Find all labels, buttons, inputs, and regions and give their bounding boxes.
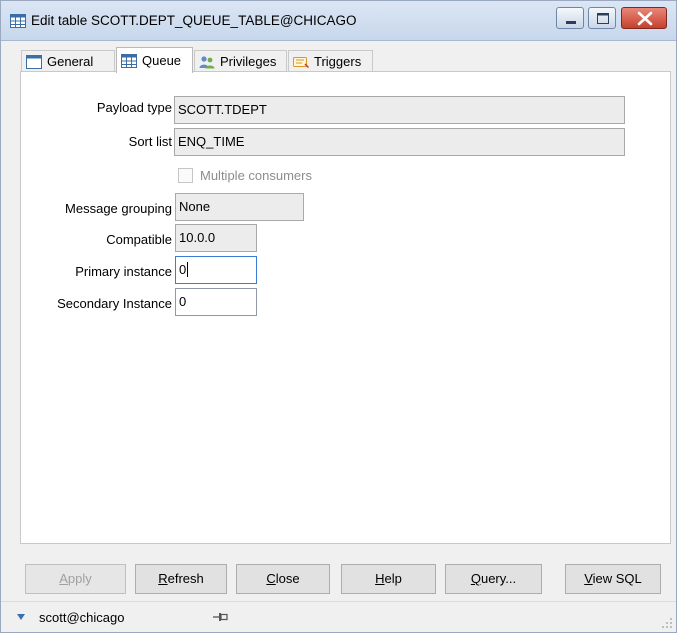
- refresh-button[interactable]: Refresh: [135, 564, 227, 594]
- trigger-icon: [293, 56, 309, 68]
- mnemonic-letter: R: [158, 571, 168, 586]
- mnemonic-letter: A: [59, 571, 68, 586]
- status-bar: scott@chicago: [1, 601, 676, 632]
- sort-list-field[interactable]: ENQ_TIME: [174, 128, 625, 156]
- button-label-rest: iew SQL: [592, 571, 642, 586]
- window-title: Edit table SCOTT.DEPT_QUEUE_TABLE@CHICAG…: [31, 13, 357, 28]
- tab-general[interactable]: General: [21, 50, 115, 72]
- title-bar[interactable]: Edit table SCOTT.DEPT_QUEUE_TABLE@CHICAG…: [1, 1, 676, 41]
- tab-label: Privileges: [220, 54, 277, 69]
- tab-label: Triggers: [314, 54, 362, 69]
- multiple-consumers-checkbox[interactable]: [178, 168, 193, 183]
- mnemonic-letter: C: [266, 571, 276, 586]
- mnemonic-letter: H: [375, 571, 385, 586]
- multiple-consumers-label: Multiple consumers: [200, 168, 312, 183]
- button-label-rest: uery...: [480, 571, 517, 586]
- mnemonic-letter: V: [584, 571, 593, 586]
- maximize-icon: [597, 13, 609, 24]
- payload-type-label: Payload type: [96, 100, 172, 115]
- button-label-rest: pply: [67, 571, 92, 586]
- secondary-instance-input[interactable]: 0: [175, 288, 257, 316]
- table-icon: [121, 53, 137, 68]
- sort-list-label: Sort list: [128, 134, 172, 149]
- primary-instance-label: Primary instance: [75, 264, 172, 279]
- tab-queue[interactable]: Queue: [116, 47, 193, 73]
- users-icon: [199, 55, 215, 68]
- apply-button[interactable]: Apply: [25, 564, 126, 594]
- tab-privileges[interactable]: Privileges: [194, 50, 287, 72]
- tab-triggers[interactable]: Triggers: [288, 50, 373, 72]
- queue-panel: Payload type SCOTT.TDEPT Sort list ENQ_T…: [20, 71, 671, 544]
- compatible-field[interactable]: 10.0.0: [175, 224, 257, 252]
- primary-instance-input[interactable]: 0: [175, 256, 257, 284]
- payload-type-field[interactable]: SCOTT.TDEPT: [174, 96, 625, 124]
- message-grouping-select[interactable]: None: [175, 193, 304, 221]
- close-icon: [637, 11, 653, 26]
- view-sql-button[interactable]: View SQL: [565, 564, 661, 594]
- text-caret: [187, 262, 189, 277]
- mnemonic-letter: Q: [470, 571, 481, 586]
- dropdown-arrow-icon[interactable]: [17, 614, 25, 620]
- window-icon: [26, 54, 42, 69]
- maximize-button[interactable]: [588, 7, 616, 29]
- table-icon: [10, 14, 26, 28]
- tab-label: Queue: [142, 53, 182, 68]
- connection-label[interactable]: scott@chicago: [39, 610, 124, 625]
- secondary-instance-label: Secondary Instance: [57, 296, 172, 311]
- query-button[interactable]: Query...: [445, 564, 542, 594]
- tab-strip: General Queue Privileges Triggers: [15, 47, 667, 73]
- message-grouping-label: Message grouping: [65, 201, 172, 216]
- resize-grip-icon[interactable]: [661, 617, 673, 629]
- button-label-rest: elp: [384, 571, 402, 586]
- edit-table-window: Edit table SCOTT.DEPT_QUEUE_TABLE@CHICAG…: [0, 0, 677, 633]
- tab-label: General: [47, 54, 94, 69]
- button-label-rest: efresh: [167, 571, 204, 586]
- pin-icon[interactable]: [213, 611, 229, 623]
- minimize-icon: [566, 21, 576, 24]
- help-button[interactable]: Help: [341, 564, 436, 594]
- minimize-button[interactable]: [556, 7, 584, 29]
- primary-instance-value: 0: [179, 262, 187, 277]
- compatible-label: Compatible: [106, 232, 172, 247]
- close-window-button[interactable]: [621, 7, 667, 29]
- close-button[interactable]: Close: [236, 564, 330, 594]
- button-label-rest: lose: [275, 571, 300, 586]
